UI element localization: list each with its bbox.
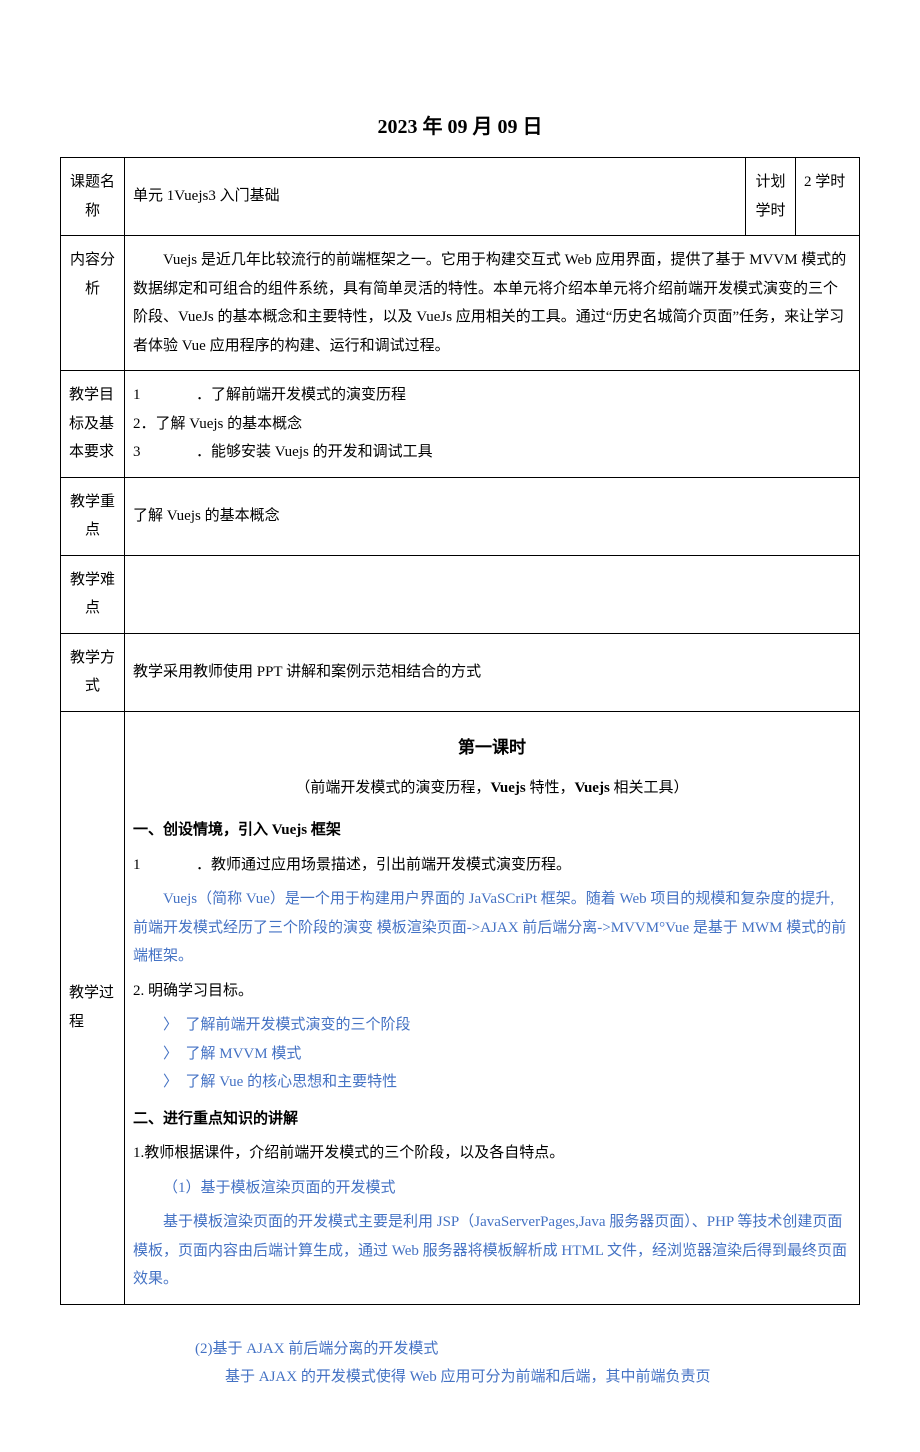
row-teaching-process: 教学过程 第一课时 （前端开发模式的演变历程，Vuejs 特性，Vuejs 相关… [61,711,860,1304]
label-difficulties: 教学难点 [61,555,125,633]
page-title: 2023 年 09 月 09 日 [60,110,860,139]
section-1-heading: 一、创设情境，引入 Vuejs 框架 [133,816,851,845]
value-content-analysis: Vuejs 是近几年比较流行的前端框架之一。它用于构建交互式 Web 应用界面，… [125,236,860,371]
row-difficulties: 教学难点 [61,555,860,633]
section-2-heading: 二、进行重点知识的讲解 [133,1105,851,1134]
bullet-list: 〉了解前端开发模式演变的三个阶段 〉了解 MVVM 模式 〉了解 Vue 的核心… [133,1011,851,1097]
process-step: 1.教师根据课件，介绍前端开发模式的三个阶段，以及各自特点。 [133,1139,851,1168]
objective-num: 2． [133,410,156,439]
objective-text: ．能够安装 Vuejs 的开发和调试工具 [151,438,851,467]
h1a: 一、创设情境，引入 [133,822,272,838]
intro-paragraph: Vuejs（简称 Vue）是一个用于构建用户界面的 JaVaSCriPt 框架。… [133,885,851,971]
sub-a: （前端开发模式的演变历程， [295,780,490,796]
content-analysis-text: Vuejs 是近几年比较流行的前端框架之一。它用于构建交互式 Web 应用界面，… [133,246,851,360]
objective-text: ．了解前端开发模式的演变历程 [151,381,851,410]
objective-item: 3 ．能够安装 Vuejs 的开发和调试工具 [133,438,851,467]
bullet-item: 〉了解前端开发模式演变的三个阶段 [163,1011,851,1040]
subpoint-1-body: 基于模板渲染页面的开发模式主要是利用 JSP（JavaServerPages,J… [133,1208,851,1294]
page: 2023 年 09 月 09 日 课题名称 单元 1Vuejs3 入门基础 计划… [0,0,920,1335]
label-teaching-method: 教学方式 [61,633,125,711]
subpoint-2-body: 基于 AJAX 的开发模式使得 Web 应用可分为前端和后端，其中前端负责页 [195,1363,860,1392]
period-subtitle: （前端开发模式的演变历程，Vuejs 特性，Vuejs 相关工具） [133,774,851,803]
label-key-points: 教学重点 [61,477,125,555]
objective-item: 1 ．了解前端开发模式的演变历程 [133,381,851,410]
label-plan-hours: 计划学时 [746,158,796,236]
subpoint-1: （1）基于模板渲染页面的开发模式 [133,1174,851,1203]
value-teaching-method: 教学采用教师使用 PPT 讲解和案例示范相结合的方式 [125,633,860,711]
objectives-heading: 2. 明确学习目标。 [133,977,851,1006]
chevron-right-icon: 〉 [163,1011,186,1040]
row-content-analysis: 内容分析 Vuejs 是近几年比较流行的前端框架之一。它用于构建交互式 Web … [61,236,860,371]
objective-item: 2． 了解 Vuejs 的基本概念 [133,410,851,439]
row-objectives: 教学目标及基本要求 1 ．了解前端开发模式的演变历程 2． 了解 Vuejs 的… [61,371,860,478]
sub-d: Vuejs [575,780,610,796]
objective-text: 了解 Vuejs 的基本概念 [156,410,303,439]
h1b: Vuejs [272,822,307,838]
value-objectives: 1 ．了解前端开发模式的演变历程 2． 了解 Vuejs 的基本概念 3 ．能够… [125,371,860,478]
chevron-right-icon: 〉 [163,1068,186,1097]
value-topic: 单元 1Vuejs3 入门基础 [125,158,746,236]
step-num: 1 [133,851,151,880]
value-key-points: 了解 Vuejs 的基本概念 [125,477,860,555]
footer-continuation: (2)基于 AJAX 前后端分离的开发模式 基于 AJAX 的开发模式使得 We… [0,1335,920,1452]
sub-b: Vuejs [490,780,525,796]
objective-num: 1 [133,381,151,410]
bullet-text: 了解 Vue 的核心思想和主要特性 [186,1074,398,1090]
row-topic: 课题名称 单元 1Vuejs3 入门基础 计划学时 2 学时 [61,158,860,236]
process-step: 1 ．教师通过应用场景描述，引出前端开发模式演变历程。 [133,851,851,880]
chevron-right-icon: 〉 [163,1040,186,1069]
bullet-text: 了解前端开发模式演变的三个阶段 [186,1017,411,1033]
label-teaching-process: 教学过程 [61,711,125,1304]
label-content-analysis: 内容分析 [61,236,125,371]
h1c: 框架 [307,822,341,838]
bullet-item: 〉了解 Vue 的核心思想和主要特性 [163,1068,851,1097]
label-objectives: 教学目标及基本要求 [61,371,125,478]
period-title: 第一课时 [133,732,851,764]
step-text: ．教师通过应用场景描述，引出前端开发模式演变历程。 [151,851,851,880]
value-teaching-process: 第一课时 （前端开发模式的演变历程，Vuejs 特性，Vuejs 相关工具） 一… [125,711,860,1304]
row-key-points: 教学重点 了解 Vuejs 的基本概念 [61,477,860,555]
bullet-item: 〉了解 MVVM 模式 [163,1040,851,1069]
bullet-text: 了解 MVVM 模式 [186,1046,302,1062]
value-plan-hours: 2 学时 [796,158,860,236]
row-teaching-method: 教学方式 教学采用教师使用 PPT 讲解和案例示范相结合的方式 [61,633,860,711]
label-topic: 课题名称 [61,158,125,236]
value-difficulties [125,555,860,633]
lesson-plan-table: 课题名称 单元 1Vuejs3 入门基础 计划学时 2 学时 内容分析 Vuej… [60,157,860,1305]
subpoint-2: (2)基于 AJAX 前后端分离的开发模式 [195,1335,860,1364]
sub-c: 特性， [526,780,575,796]
sub-e: 相关工具） [610,780,689,796]
objective-num: 3 [133,438,151,467]
